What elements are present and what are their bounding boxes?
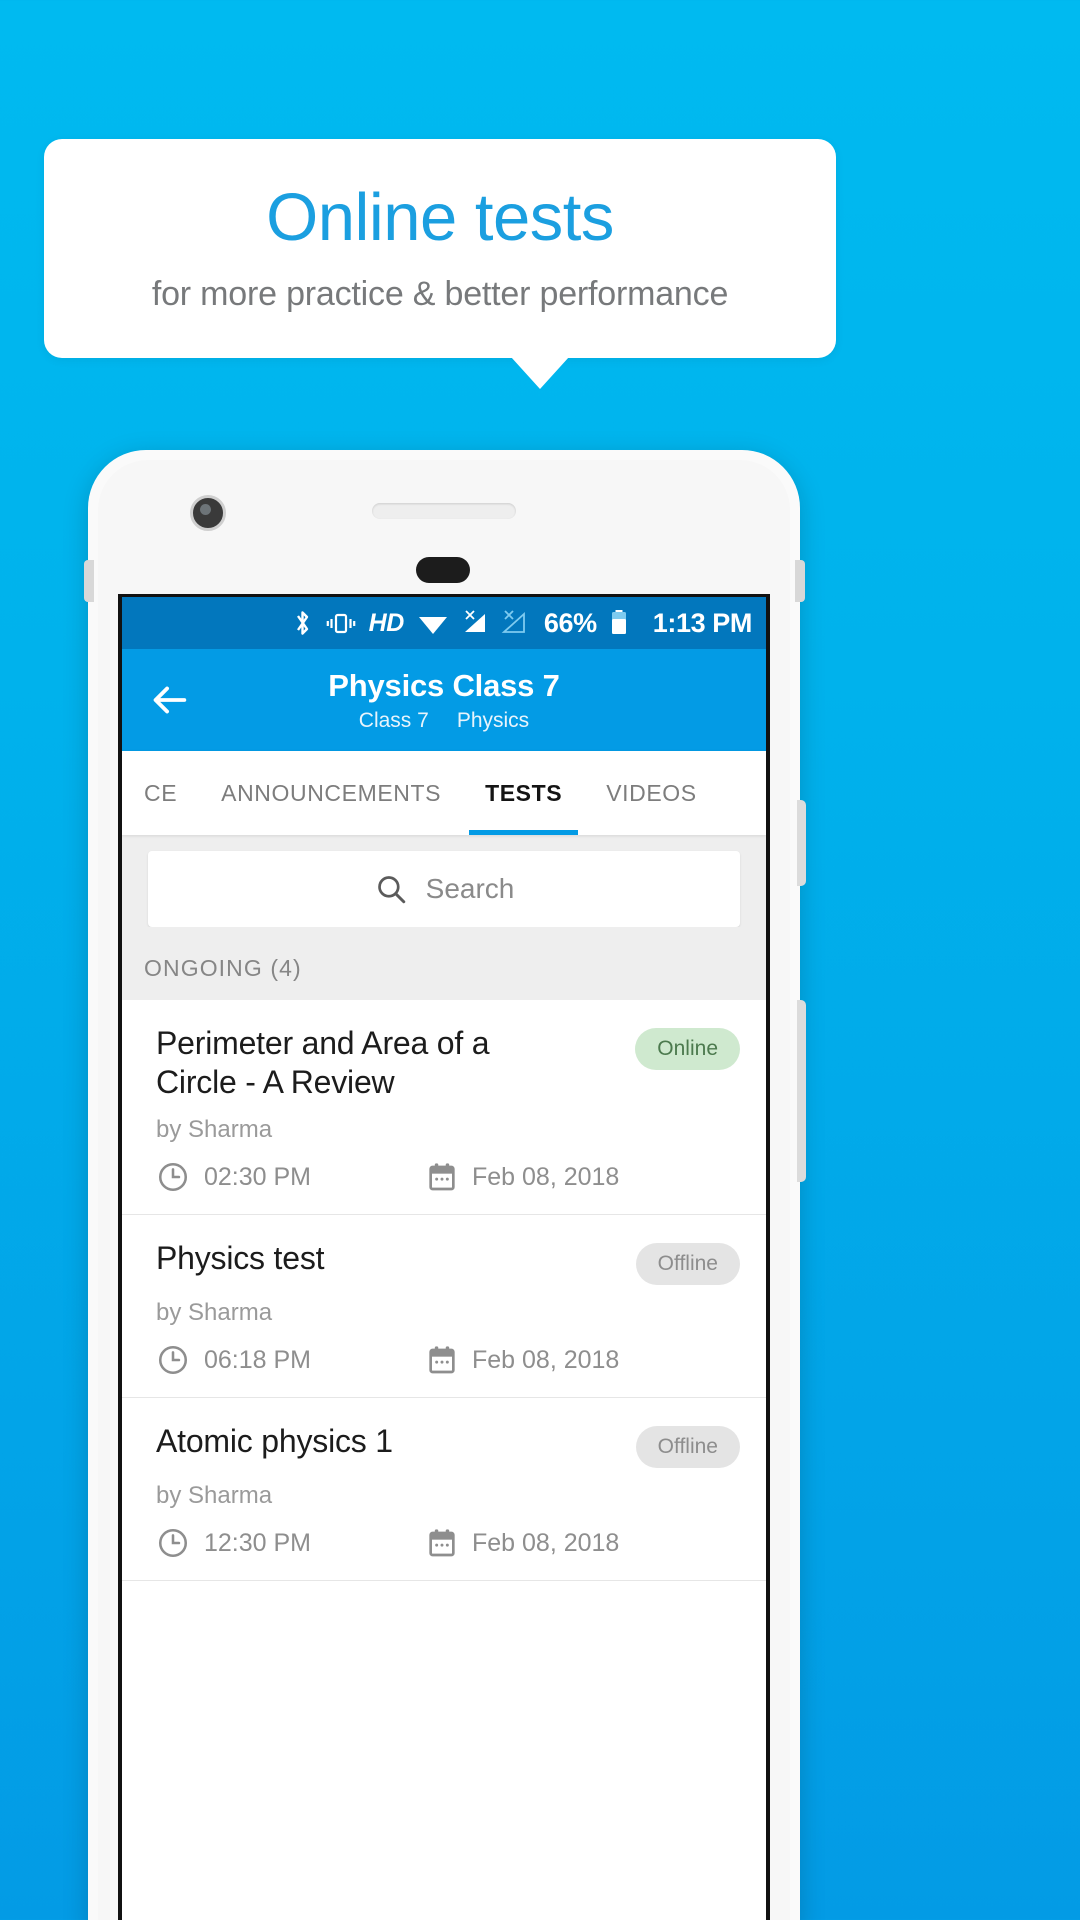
table-row[interactable]: Atomic physics 1 Offline by Sharma 12:30… xyxy=(122,1398,766,1582)
front-camera-icon xyxy=(190,495,226,531)
status-bar-icons: HD 66% 1:13 PM xyxy=(293,608,752,639)
test-date: Feb 08, 2018 xyxy=(426,1526,619,1560)
promo-callout: Online tests for more practice & better … xyxy=(44,139,836,358)
row-meta: 02:30 PM Feb 08, 2018 xyxy=(156,1160,740,1194)
status-badge: Offline xyxy=(635,1426,740,1469)
clock-icon xyxy=(158,1163,188,1192)
breadcrumb: Class 7 Physics xyxy=(359,709,529,733)
test-time-label: 02:30 PM xyxy=(204,1162,312,1191)
tests-list: Perimeter and Area of a Circle - A Revie… xyxy=(122,1000,766,1582)
vibrate-icon xyxy=(326,613,355,634)
section-header-ongoing: ONGOING (4) xyxy=(122,927,766,1000)
status-badge: Offline xyxy=(635,1243,740,1286)
calendar-icon xyxy=(429,1529,455,1557)
bluetooth-icon xyxy=(296,611,308,635)
test-time: 06:18 PM xyxy=(156,1343,426,1377)
phone-side-button-left xyxy=(84,560,94,602)
test-time-label: 06:18 PM xyxy=(204,1345,312,1374)
callout-tail xyxy=(511,357,569,389)
calendar-icon xyxy=(429,1346,455,1374)
test-date-label: Feb 08, 2018 xyxy=(472,1162,620,1191)
clock-icon xyxy=(158,1346,188,1375)
wifi-icon xyxy=(418,617,447,634)
test-date-label: Feb 08, 2018 xyxy=(472,1345,620,1374)
test-date: Feb 08, 2018 xyxy=(426,1343,619,1377)
phone-volume-button xyxy=(797,1000,806,1182)
battery-percent-label: 66% xyxy=(543,607,597,638)
table-row[interactable]: Perimeter and Area of a Circle - A Revie… xyxy=(122,1000,766,1216)
tab-bar: CE ANNOUNCEMENTS TESTS VIDEOS xyxy=(122,751,766,835)
row-header: Physics test Offline xyxy=(156,1239,740,1286)
app-bar: Physics Class 7 Class 7 Physics xyxy=(122,649,766,751)
signal-1-icon xyxy=(464,610,485,632)
test-author: by Sharma xyxy=(156,1116,273,1144)
test-title: Perimeter and Area of a Circle - A Revie… xyxy=(156,1025,490,1101)
search-input[interactable]: Search xyxy=(148,851,740,927)
test-time: 12:30 PM xyxy=(156,1526,426,1560)
phone-screen: HD 66% 1:13 PM Physics Class 7 Class 7 P… xyxy=(118,594,770,1920)
tab-tests[interactable]: TESTS xyxy=(463,751,584,835)
back-arrow-icon[interactable] xyxy=(146,677,192,723)
clock-icon xyxy=(158,1529,188,1558)
test-author: by Sharma xyxy=(156,1299,273,1327)
signal-2-icon xyxy=(501,610,525,633)
calendar-icon xyxy=(429,1163,455,1191)
test-time: 02:30 PM xyxy=(156,1160,426,1194)
page-title: Physics Class 7 xyxy=(328,667,560,703)
test-title: Atomic physics 1 xyxy=(156,1423,393,1460)
breadcrumb-subject: Physics xyxy=(456,708,530,732)
battery-icon xyxy=(611,610,626,634)
test-date: Feb 08, 2018 xyxy=(426,1160,619,1194)
row-meta: 06:18 PM Feb 08, 2018 xyxy=(156,1343,740,1377)
test-title: Physics test xyxy=(156,1240,325,1277)
search-placeholder: Search xyxy=(425,873,515,904)
sensor-module xyxy=(416,557,470,583)
promo-title: Online tests xyxy=(266,179,614,255)
table-row[interactable]: Physics test Offline by Sharma 06:18 PM xyxy=(122,1215,766,1399)
tab-videos[interactable]: VIDEOS xyxy=(584,751,719,835)
row-header: Atomic physics 1 Offline xyxy=(156,1422,740,1469)
row-meta: 12:30 PM Feb 08, 2018 xyxy=(156,1526,740,1560)
phone-side-button-right xyxy=(795,560,805,602)
promo-subtitle: for more practice & better performance xyxy=(151,275,729,314)
search-icon xyxy=(377,876,405,904)
breadcrumb-class: Class 7 xyxy=(358,708,429,732)
test-time-label: 12:30 PM xyxy=(204,1528,312,1557)
status-badge: Online xyxy=(635,1028,740,1070)
phone-power-button xyxy=(797,800,806,886)
hd-icon: HD xyxy=(368,608,405,637)
tab-announcements[interactable]: ANNOUNCEMENTS xyxy=(199,751,463,835)
search-zone: Search xyxy=(122,835,766,927)
status-bar-clock: 1:13 PM xyxy=(652,607,753,638)
test-date-label: Feb 08, 2018 xyxy=(472,1528,620,1557)
earpiece-speaker xyxy=(372,503,516,519)
test-author: by Sharma xyxy=(156,1482,273,1510)
tab-ce[interactable]: CE xyxy=(122,751,199,835)
status-bar: HD 66% 1:13 PM xyxy=(122,597,766,649)
row-header: Perimeter and Area of a Circle - A Revie… xyxy=(156,1024,740,1102)
